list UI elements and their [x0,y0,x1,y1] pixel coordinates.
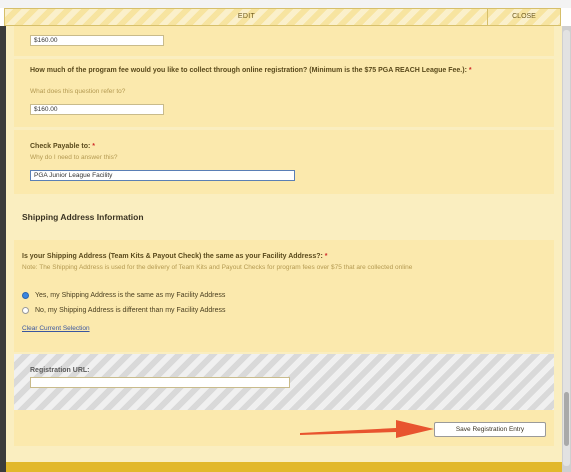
required-mark: * [468,67,472,74]
check-payable-question-text: Check Payable to: [30,143,91,150]
shipping-option-different[interactable]: No, my Shipping Address is different tha… [22,307,226,314]
shipping-option-same-label: Yes, my Shipping Address is the same as … [35,292,226,299]
shipping-question-text: Is your Shipping Address (Team Kits & Pa… [22,253,323,260]
online-fee-hint-link[interactable]: What does this question refer to? [30,87,125,96]
save-registration-entry-button[interactable]: Save Registration Entry [434,422,546,437]
online-fee-question-text: How much of the program fee would you li… [30,67,467,74]
close-button[interactable]: CLOSE [487,9,560,25]
section-online-fee: How much of the program fee would you li… [14,59,554,127]
radio-selected-icon[interactable] [22,292,29,299]
required-mark: * [324,253,328,260]
shipping-option-same[interactable]: Yes, my Shipping Address is the same as … [22,292,225,299]
shipping-section-title: Shipping Address Information [22,212,144,222]
bottom-bar [6,462,562,472]
arrow-shape [300,420,434,438]
check-payable-input[interactable]: PGA Junior League Facility [30,170,295,181]
shipping-option-different-label: No, my Shipping Address is different tha… [35,307,226,314]
dialog-title: EDIT [237,13,256,20]
online-fee-question: How much of the program fee would you li… [30,66,542,76]
section-check-payable: Check Payable to: * Why do I need to ans… [14,130,554,194]
check-payable-hint-link[interactable]: Why do I need to answer this? [30,153,117,162]
clear-selection-link[interactable]: Clear Current Selection [22,324,90,333]
radio-unselected-icon[interactable] [22,307,29,314]
registration-url-input[interactable] [30,377,290,388]
shipping-question: Is your Shipping Address (Team Kits & Pa… [22,252,546,262]
section-fee-amount: $160.00 [14,26,554,56]
fee-amount-input[interactable]: $160.00 [30,35,164,46]
dialog-title-bar: EDIT CLOSE [4,8,561,26]
section-shipping-question: Is your Shipping Address (Team Kits & Pa… [14,240,554,352]
pointer-arrow [300,420,434,438]
required-mark: * [92,143,95,150]
registration-url-label: Registration URL: [30,367,90,374]
edit-form: $160.00 How much of the program fee woul… [6,26,562,472]
online-fee-input[interactable]: $160.00 [30,104,164,115]
check-payable-question: Check Payable to: * [30,142,95,152]
shipping-note: Note: The Shipping Address is used for t… [22,264,413,271]
scrollbar-thumb[interactable] [564,392,569,446]
window-top-strip [0,0,571,8]
